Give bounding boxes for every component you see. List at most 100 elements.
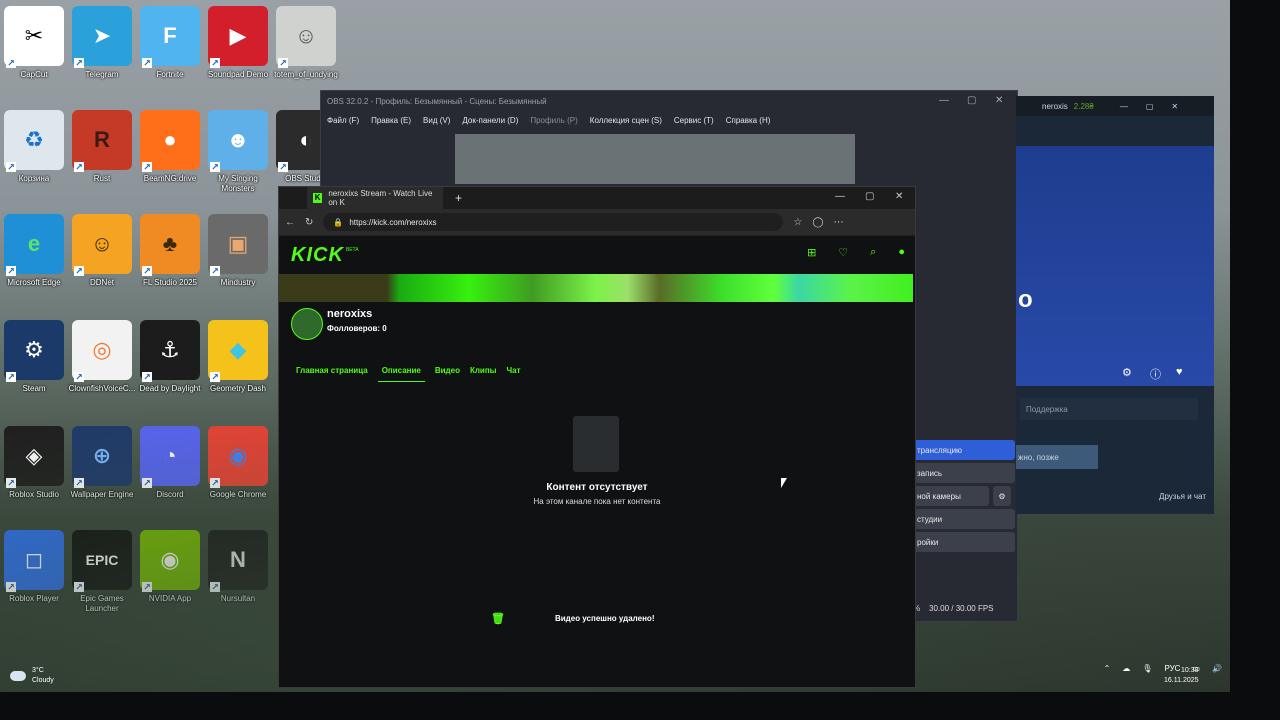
desktop-icon-geometry-dash[interactable]: ◆ ↗ Geometry Dash xyxy=(204,320,272,394)
empty-content-icon xyxy=(573,416,619,472)
maybe-later-button[interactable]: жно, позже xyxy=(1016,445,1098,469)
app-icon: ● ↗ xyxy=(140,110,200,172)
tab-chat[interactable]: Чат xyxy=(507,366,521,382)
desktop-icon-fortnite[interactable]: F ↗ Fortnite xyxy=(136,6,204,80)
menu-view[interactable]: Вид (V) xyxy=(423,116,450,125)
menu-file[interactable]: Файл (F) xyxy=(327,116,359,125)
browser-tab[interactable]: K neroxixs Stream - Watch Live on K xyxy=(307,187,443,209)
friends-chat-button[interactable]: Друзья и чат xyxy=(1159,492,1206,501)
desktop-icon-mindustry[interactable]: ▣ ↗ Mindustry xyxy=(204,214,272,288)
volume-icon[interactable]: 🔊 xyxy=(1212,664,1222,673)
user-avatar-icon[interactable]: ● xyxy=(898,246,905,259)
gift-icon[interactable]: ⊞ xyxy=(807,246,816,259)
desktop-icon-nursultan[interactable]: N ↗ Nursultan xyxy=(204,530,272,604)
desktop-icon-soundpad-demo[interactable]: ▶ ↗ Soundpad Demo xyxy=(204,6,272,80)
beta-badge: BETA xyxy=(345,247,359,253)
desktop-icon-nvidia-app[interactable]: ◉ ↗ NVIDIA App xyxy=(136,530,204,604)
heart-icon[interactable]: ♡ xyxy=(838,246,848,259)
tab-home[interactable]: Главная страница xyxy=(296,366,368,382)
menu-profile[interactable]: Профиль (P) xyxy=(530,116,577,125)
menu-help[interactable]: Справка (H) xyxy=(726,116,771,125)
desktop-icon-ddnet[interactable]: ☺ ↗ DDNet xyxy=(68,214,136,288)
start-streaming-button[interactable]: трансляцию xyxy=(913,440,1015,460)
trash-icon: 🗑 xyxy=(491,613,505,625)
menu-tools[interactable]: Сервис (T) xyxy=(674,116,714,125)
kick-logo[interactable]: KICK xyxy=(291,244,344,267)
desktop-icon-roblox-player[interactable]: ◻ ↗ Roblox Player xyxy=(0,530,68,604)
microphone-icon[interactable]: 🎙 xyxy=(1142,664,1152,673)
weather-widget[interactable]: 3°C Cloudy xyxy=(10,666,54,686)
maximize-icon[interactable]: ▢ xyxy=(865,191,874,202)
desktop-icon-label: Fortnite xyxy=(156,70,184,79)
back-icon[interactable]: ← xyxy=(285,217,295,228)
channel-name[interactable]: neroxixs xyxy=(327,308,372,320)
info-icon[interactable]: ⓘ xyxy=(1150,366,1161,382)
app-icon: e ↗ xyxy=(4,214,64,276)
shortcut-arrow-icon: ↗ xyxy=(210,162,220,172)
desktop-icon-my-singing-monsters[interactable]: ☻ ↗ My Singing Monsters xyxy=(204,110,272,194)
desktop-icon-beamng-drive[interactable]: ● ↗ BeamNG.drive xyxy=(136,110,204,184)
new-tab-icon[interactable]: + xyxy=(455,191,462,205)
app-icon: ⚙ ↗ xyxy=(4,320,64,382)
steam-support[interactable]: Поддержка xyxy=(1020,398,1198,420)
maximize-icon[interactable]: ▢ xyxy=(1146,102,1154,111)
start-recording-button[interactable]: запись xyxy=(913,463,1015,483)
desktop-icon-корзина[interactable]: ♻ ↗ Корзина xyxy=(0,110,68,184)
tab-description[interactable]: Описание xyxy=(377,366,425,382)
app-icon: ⚓ ↗ xyxy=(140,320,200,382)
menu-scene-collection[interactable]: Коллекция сцен (S) xyxy=(590,116,662,125)
desktop-icon-google-chrome[interactable]: ◉ ↗ Google Chrome xyxy=(204,426,272,500)
minimize-icon[interactable]: — xyxy=(1120,102,1128,111)
close-icon[interactable]: ✕ xyxy=(1171,102,1178,111)
minimize-icon[interactable]: — xyxy=(835,191,845,202)
maximize-icon[interactable]: ▢ xyxy=(967,95,976,106)
minimize-icon[interactable]: — xyxy=(939,95,949,106)
menu-edit[interactable]: Правка (E) xyxy=(371,116,411,125)
app-icon: ♣ ↗ xyxy=(140,214,200,276)
desktop-icon-steam[interactable]: ⚙ ↗ Steam xyxy=(0,320,68,394)
studio-mode-button[interactable]: студии xyxy=(913,509,1015,529)
close-icon[interactable]: ✕ xyxy=(995,95,1003,106)
desktop-icon-roblox-studio[interactable]: ◈ ↗ Roblox Studio xyxy=(0,426,68,500)
favorites-icon[interactable]: ☆ xyxy=(793,217,802,228)
refresh-icon[interactable]: ↻ xyxy=(305,217,313,228)
menu-docks[interactable]: Док-панели (D) xyxy=(462,116,518,125)
shortcut-arrow-icon: ↗ xyxy=(210,478,220,488)
desktop-icon-capcut[interactable]: ✂ ↗ CapCut xyxy=(0,6,68,80)
app-icon: ◆ ↗ xyxy=(208,320,268,382)
steam-user[interactable]: neroxis xyxy=(1042,102,1068,111)
desktop-icon-microsoft-edge[interactable]: e ↗ Microsoft Edge xyxy=(0,214,68,288)
tab-clips[interactable]: Клипы xyxy=(470,366,497,382)
desktop-icon-totem-of-undying[interactable]: ☺ ↗ totem_of_undying xyxy=(272,6,340,80)
desktop-icon-clownfishvoicec[interactable]: ◎ ↗ ClownfishVoiceC... xyxy=(68,320,136,394)
gear-icon[interactable]: ⚙ xyxy=(1122,366,1132,379)
browser-window[interactable]: K neroxixs Stream - Watch Live on K + — … xyxy=(278,186,916,688)
desktop-icon-discord[interactable]: ◔ ↗ Discord xyxy=(136,426,204,500)
chevron-up-icon[interactable]: ⌃ xyxy=(1104,664,1111,673)
gear-icon[interactable]: ⚙ xyxy=(993,486,1011,506)
channel-avatar[interactable] xyxy=(291,308,323,340)
shortcut-arrow-icon: ↗ xyxy=(278,162,288,172)
desktop-icon-label: Корзина xyxy=(18,174,50,183)
more-icon[interactable]: ⋯ xyxy=(834,217,844,228)
desktop-icon-rust[interactable]: R ↗ Rust xyxy=(68,110,136,184)
heart-icon[interactable]: ♥ xyxy=(1176,366,1183,378)
shortcut-arrow-icon: ↗ xyxy=(142,582,152,592)
app-icon: ◈ ↗ xyxy=(4,426,64,488)
settings-button[interactable]: ройки xyxy=(913,532,1015,552)
toast-notification: 🗑 Видео успешно удалено! xyxy=(491,612,654,625)
close-icon[interactable]: ✕ xyxy=(895,191,903,202)
cloud-icon[interactable]: ☁ xyxy=(1122,664,1130,673)
desktop-icon-dead-by-daylight[interactable]: ⚓ ↗ Dead by Daylight xyxy=(136,320,204,394)
virtual-camera-button[interactable]: ной камеры xyxy=(913,486,989,506)
search-icon[interactable]: ⌕ xyxy=(870,246,876,259)
address-bar[interactable]: 🔒 https://kick.com/neroxixs xyxy=(323,213,784,231)
desktop-icon-fl-studio-2025[interactable]: ♣ ↗ FL Studio 2025 xyxy=(136,214,204,288)
desktop-icon-telegram[interactable]: ➤ ↗ Telegram xyxy=(68,6,136,80)
desktop-icon-wallpaper-engine[interactable]: ⊕ ↗ Wallpaper Engine xyxy=(68,426,136,500)
profile-icon[interactable]: ◯ xyxy=(812,217,823,228)
clock[interactable]: 10:38 16.11.2025 xyxy=(1164,666,1199,686)
steam-window[interactable]: neroxis 2.28₴ — ▢ ✕ o ⚙ ⓘ ♥ Поддержка жн… xyxy=(1016,96,1214,514)
desktop-icon-epic-games-launcher[interactable]: EPIC ↗ Epic Games Launcher xyxy=(68,530,136,614)
tab-videos[interactable]: Видео xyxy=(435,366,460,382)
